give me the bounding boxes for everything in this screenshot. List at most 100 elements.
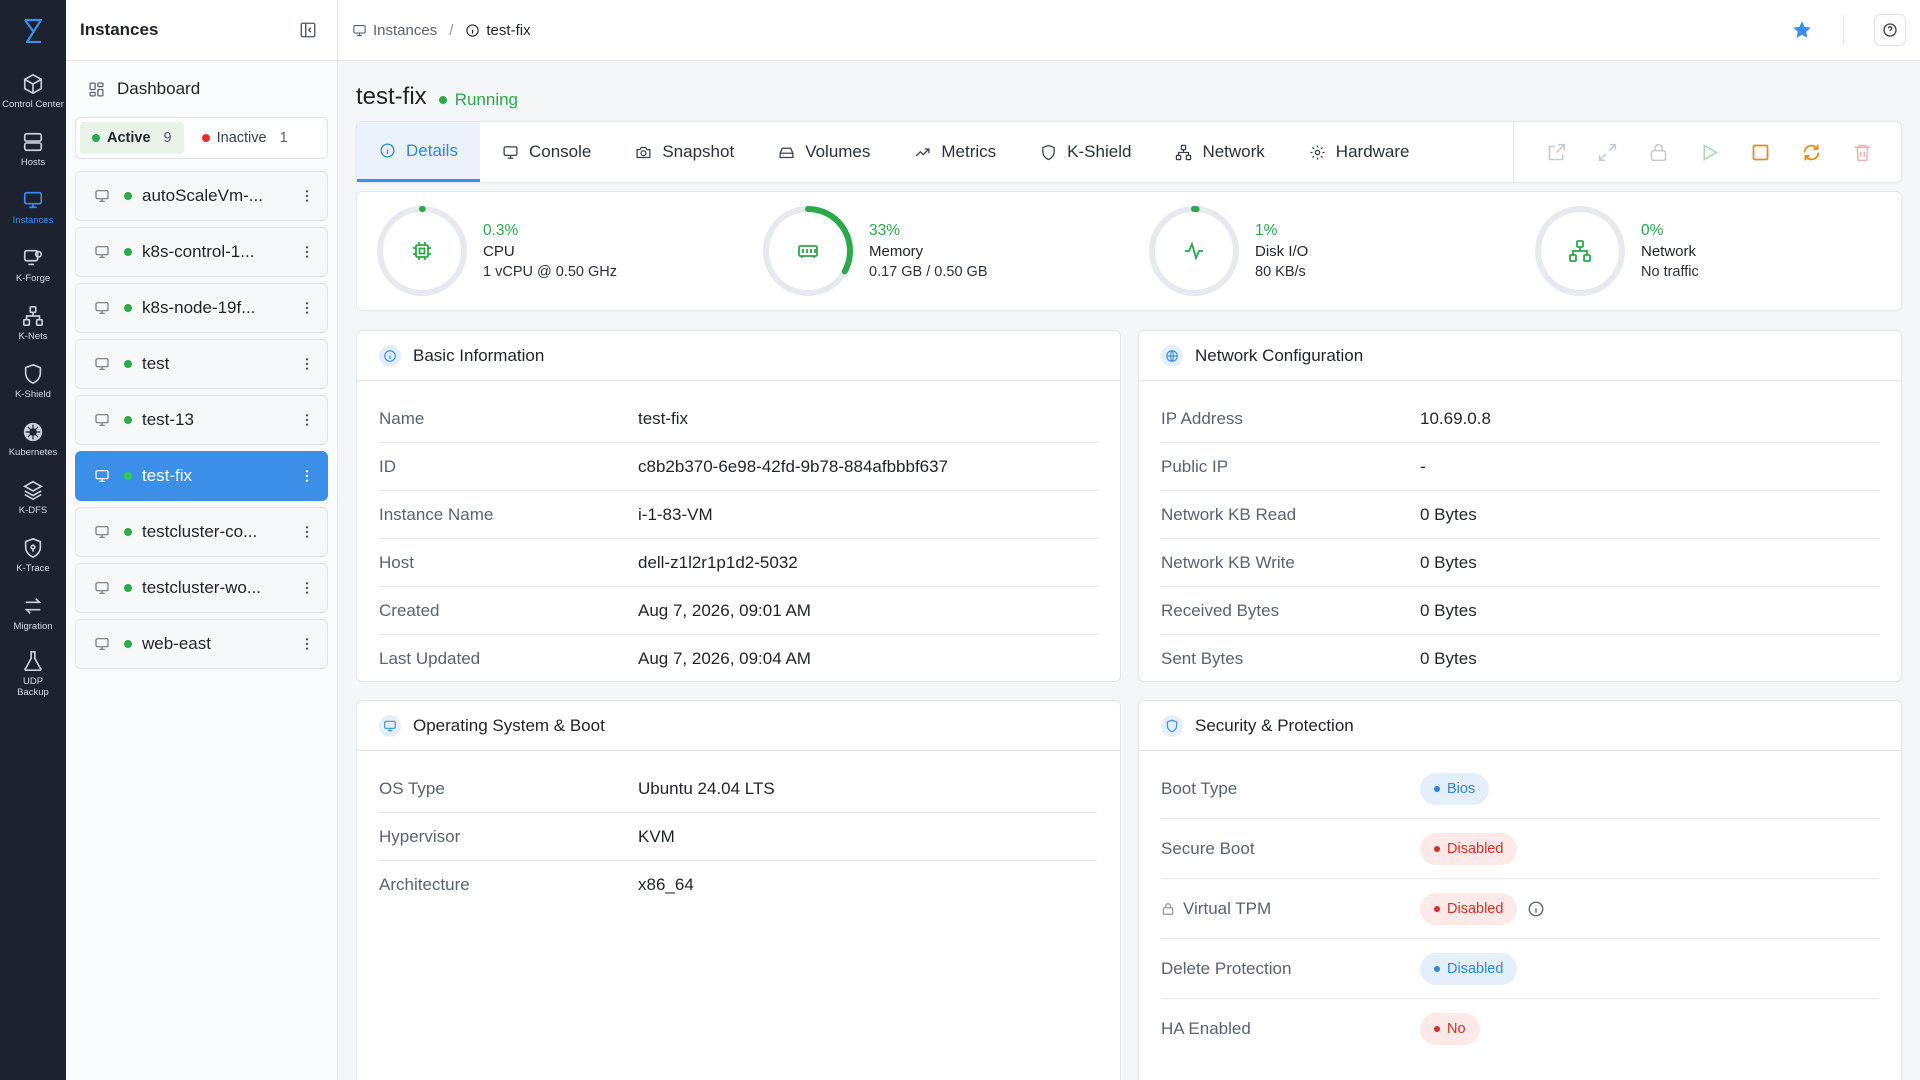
monitor-icon: [95, 638, 109, 650]
monitor-icon: [95, 414, 109, 426]
sidebar-collapse-icon[interactable]: [299, 21, 317, 39]
security-row: Delete Protection Disabled: [1161, 939, 1879, 999]
basic-info-row: Name test-fix: [379, 395, 1098, 443]
rail-item-k-shield[interactable]: K-Shield: [0, 352, 66, 410]
tab-details[interactable]: Details: [357, 122, 480, 182]
instance-list-item[interactable]: k8s-node-19f...: [75, 283, 328, 333]
tab-metrics[interactable]: Metrics: [892, 122, 1018, 182]
favorite-star-icon[interactable]: [1791, 19, 1813, 41]
arrows-icon: [24, 597, 42, 614]
os-rows: OS Type Ubuntu 24.04 LTS Hypervisor KVM Arch…: [357, 751, 1120, 909]
more-options-icon[interactable]: [299, 300, 315, 316]
page-title: test-fix: [356, 83, 427, 110]
rail-item-udp-backup[interactable]: UDP Backup: [0, 642, 66, 706]
resize-icon[interactable]: [1597, 142, 1618, 163]
rail-item-k-trace[interactable]: K-Trace: [0, 526, 66, 584]
disk-label: Disk I/O: [1255, 242, 1309, 260]
lock-icon[interactable]: [1648, 142, 1669, 163]
instance-list-item[interactable]: test-13: [75, 395, 328, 445]
instance-list-item[interactable]: test: [75, 339, 328, 389]
filter-active-button[interactable]: Active 9: [80, 122, 184, 154]
hard-drive-icon: [779, 147, 794, 158]
tab-hardware[interactable]: Hardware: [1287, 122, 1432, 182]
monitor-icon: [503, 145, 518, 159]
rail-item-control-center[interactable]: Control Center: [0, 62, 66, 120]
more-options-icon[interactable]: [299, 468, 315, 484]
tab-snapshot[interactable]: Snapshot: [613, 122, 756, 182]
os-row: Architecture x86_64: [379, 861, 1098, 909]
secure-boot-badge: Disabled: [1420, 832, 1518, 865]
panel-header: Security & Protection: [1139, 701, 1901, 751]
instance-list-item[interactable]: testcluster-co...: [75, 507, 328, 557]
delete-protection-badge: Disabled: [1420, 952, 1518, 985]
badge-dot: [1434, 845, 1440, 852]
more-options-icon[interactable]: [299, 244, 315, 260]
instance-title-row: test-fix Running: [356, 83, 518, 111]
external-link-icon[interactable]: [1546, 142, 1567, 163]
stop-icon[interactable]: [1750, 142, 1771, 163]
running-dot: [124, 640, 132, 648]
more-options-icon[interactable]: [299, 356, 315, 372]
more-options-icon[interactable]: [299, 636, 315, 652]
rail-label: UDP Backup: [17, 676, 49, 698]
app-rail: Control Center Hosts Instances K-Forge K…: [0, 0, 66, 1080]
breadcrumb-root-link[interactable]: Instances: [373, 22, 437, 39]
instance-name: test-13: [142, 410, 194, 429]
filter-active-count: 9: [163, 130, 172, 146]
security-rows: Boot Type Bios Secure Boot Disabled Virt…: [1139, 751, 1901, 1059]
layers-icon: [23, 480, 43, 500]
tab-label: Network: [1202, 142, 1265, 161]
tab-k-shield[interactable]: K-Shield: [1018, 122, 1153, 182]
trash-icon[interactable]: [1852, 142, 1873, 163]
badge-text: No: [1447, 1021, 1466, 1037]
running-dot: [124, 248, 132, 256]
instance-list-item[interactable]: test-fix: [75, 451, 328, 501]
instance-name: k8s-node-19f...: [142, 298, 256, 317]
rail-item-kubernetes[interactable]: Kubernetes: [0, 410, 66, 468]
filter-inactive-button[interactable]: Inactive 1: [190, 122, 300, 154]
tab-console[interactable]: Console: [480, 122, 613, 182]
help-button[interactable]: [1874, 14, 1906, 46]
row-value: i-1-83-VM: [638, 504, 713, 524]
instance-list-item[interactable]: testcluster-wo...: [75, 563, 328, 613]
start-icon[interactable]: [1699, 142, 1720, 163]
trend-up-icon: [916, 147, 930, 156]
badge-dot: [1434, 905, 1440, 912]
cpu-icon: [413, 242, 431, 260]
info-icon[interactable]: [1527, 900, 1545, 918]
tab-network[interactable]: Network: [1153, 122, 1286, 182]
status-badge: Running: [438, 90, 518, 110]
restart-icon[interactable]: [1801, 142, 1822, 163]
rail-item-migration[interactable]: Migration: [0, 584, 66, 642]
more-options-icon[interactable]: [299, 412, 315, 428]
more-options-icon[interactable]: [299, 188, 315, 204]
app-logo[interactable]: [0, 0, 66, 62]
instance-list-item[interactable]: web-east: [75, 619, 328, 669]
basic-info-row: Instance Name i-1-83-VM: [379, 491, 1098, 539]
row-value: x86_64: [638, 875, 694, 894]
rail-item-instances[interactable]: Instances: [0, 178, 66, 236]
rail-item-hosts[interactable]: Hosts: [0, 120, 66, 178]
rail-item-k-forge[interactable]: K-Forge: [0, 236, 66, 294]
network-gauge: [1533, 204, 1627, 298]
instance-list-item[interactable]: autoScaleVm-...: [75, 171, 328, 221]
panel-title: Operating System & Boot: [413, 715, 605, 735]
instance-list-item[interactable]: k8s-control-1...: [75, 227, 328, 277]
top-actions: [1791, 14, 1906, 46]
instance-list: autoScaleVm-... k8s-control-1... k8s-node-…: [66, 171, 337, 669]
more-options-icon[interactable]: [299, 524, 315, 540]
row-key: Received Bytes: [1161, 600, 1280, 620]
sidebar-item-dashboard[interactable]: Dashboard: [66, 61, 337, 117]
rail-label: K-Shield: [15, 388, 51, 400]
rail-item-k-dfs[interactable]: K-DFS: [0, 468, 66, 526]
status-filter: Active 9 Inactive 1: [75, 117, 328, 159]
network-row: IP Address 10.69.0.8: [1161, 395, 1879, 443]
tab-volumes[interactable]: Volumes: [756, 122, 892, 182]
top-bar: Instances / test-fix: [338, 0, 1920, 61]
badge-text: Disabled: [1447, 960, 1504, 977]
globe-icon: [1166, 349, 1178, 362]
basic-info-row: Host dell-z1l2r1p1d2-5032: [379, 539, 1098, 587]
rail-item-k-nets[interactable]: K-Nets: [0, 294, 66, 352]
tab-label: K-Shield: [1067, 142, 1132, 161]
more-options-icon[interactable]: [299, 580, 315, 596]
